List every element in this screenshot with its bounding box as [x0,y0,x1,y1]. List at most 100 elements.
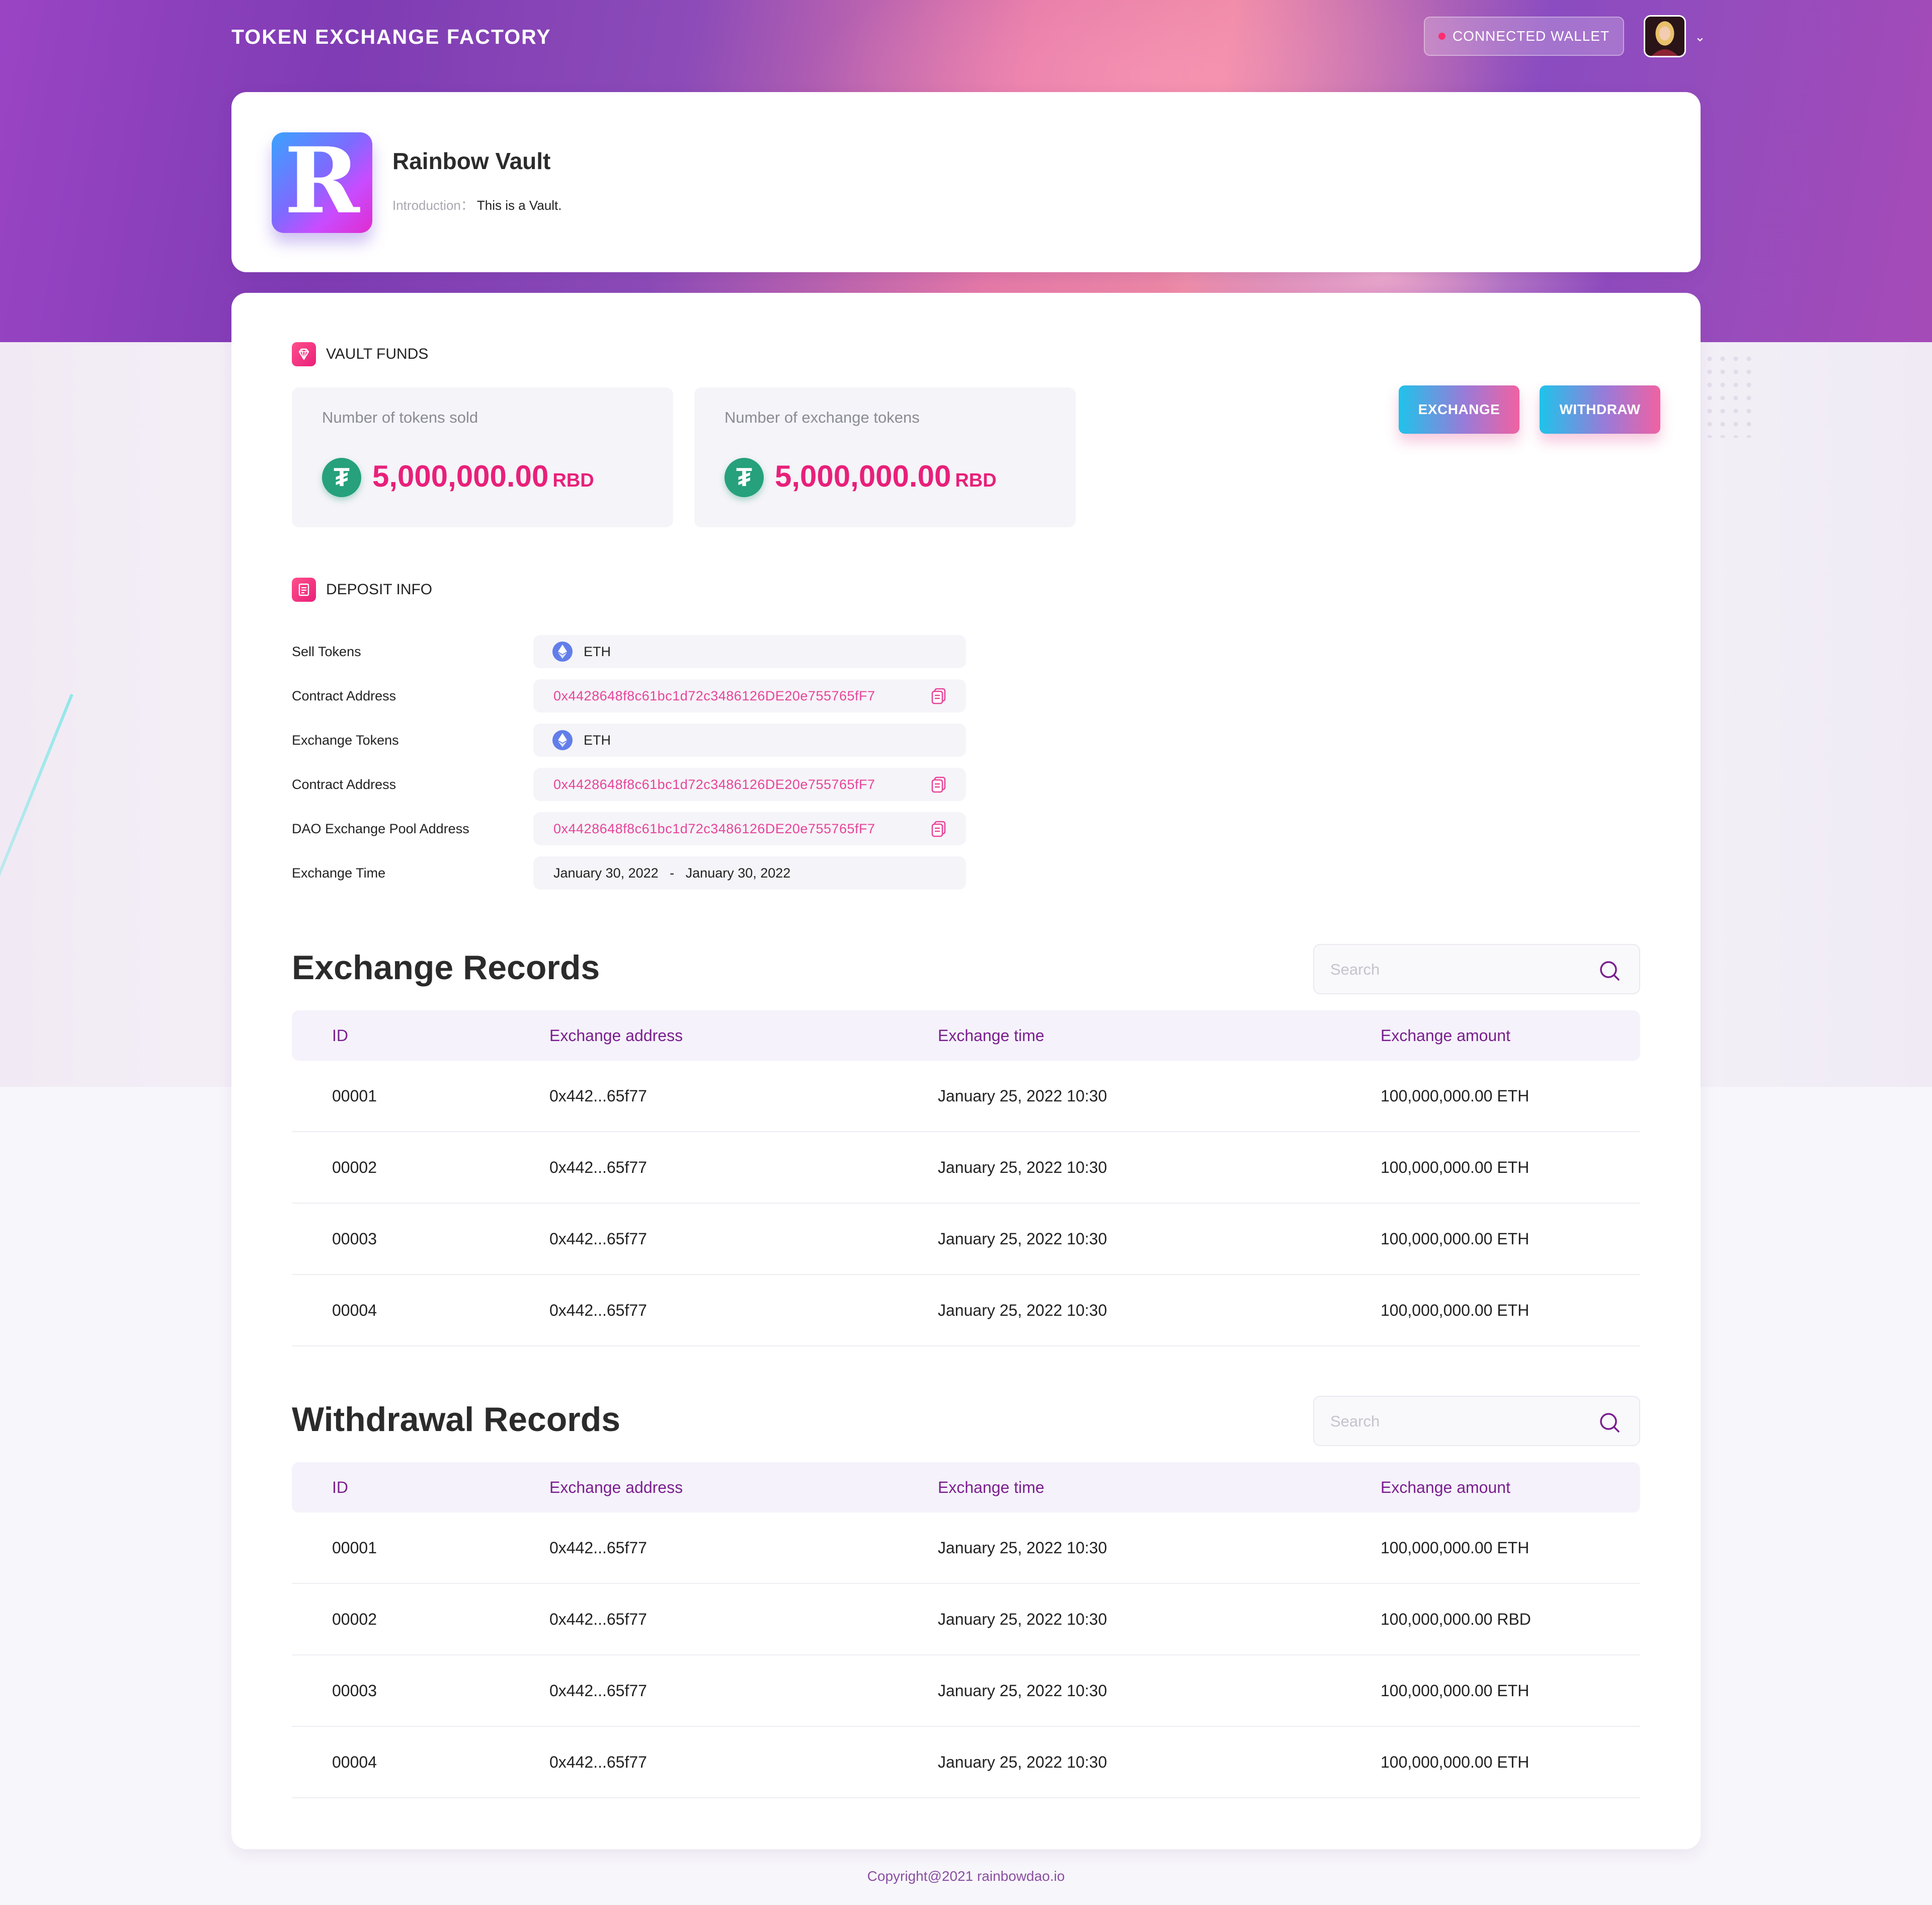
intro-label: Introduction： [392,198,474,213]
vault-name: Rainbow Vault [392,148,551,174]
tokens-sold-card: Number of tokens sold ₮ 5,000,000.00 RBD [292,387,673,527]
eth-icon [552,642,573,662]
cell-address: 0x442...65f77 [549,1230,647,1248]
cell-id: 00003 [332,1230,377,1248]
table-row[interactable]: 00002 0x442...65f77 January 25, 2022 10:… [292,1132,1640,1204]
cell-address: 0x442...65f77 [549,1158,647,1176]
cell-amount: 100,000,000.00 ETH [1381,1301,1530,1319]
exchange-tokens-label: Number of exchange tokens [725,409,920,426]
withdraw-button[interactable]: WITHDRAW [1540,385,1660,434]
cell-id: 00004 [332,1753,377,1771]
section-title: VAULT FUNDS [326,346,429,362]
exchange-search-input[interactable] [1329,959,1593,980]
contract-address-row: Contract Address 0x4428648f8c61bc1d72c34… [292,768,996,801]
withdrawal-records-title: Withdrawal Records [292,1400,621,1439]
withdrawal-records-table: ID Exchange address Exchange time Exchan… [292,1462,1640,1798]
exchange-tokens-amount: 5,000,000.00 RBD [775,459,997,493]
contract-address-value: 0x4428648f8c61bc1d72c3486126DE20e755765f… [533,679,966,712]
deposit-info-heading: DEPOSIT INFO [292,578,432,602]
main-card: VAULT FUNDS Number of tokens sold ₮ 5,00… [231,293,1701,1849]
cell-address: 0x442...65f77 [549,1753,647,1771]
column-header-address[interactable]: Exchange address [549,1026,683,1045]
sell-tokens-value: ETH [533,635,966,668]
dao-pool-address-text: 0x4428648f8c61bc1d72c3486126DE20e755765f… [553,821,875,836]
cell-time: January 25, 2022 10:30 [938,1539,1107,1557]
table-header: ID Exchange address Exchange time Exchan… [292,1462,1640,1513]
withdrawal-search-input[interactable] [1329,1411,1593,1432]
cell-address: 0x442...65f77 [549,1087,647,1105]
copy-icon[interactable] [931,687,947,704]
exchange-tokens-row: Exchange Tokens ETH [292,724,996,757]
exchange-records-table: ID Exchange address Exchange time Exchan… [292,1010,1640,1346]
wallet-label: CONNECTED WALLET [1452,28,1610,44]
cell-id: 00002 [332,1158,377,1176]
cell-address: 0x442...65f77 [549,1610,647,1628]
table-row[interactable]: 00001 0x442...65f77 January 25, 2022 10:… [292,1513,1640,1584]
copy-icon[interactable] [931,820,947,837]
amount-unit: RBD [552,470,594,491]
column-header-address[interactable]: Exchange address [549,1478,683,1497]
eth-icon [552,730,573,750]
cell-address: 0x442...65f77 [549,1301,647,1319]
exchange-tokens-card: Number of exchange tokens ₮ 5,000,000.00… [694,387,1076,527]
chevron-down-icon[interactable]: ⌄ [1695,29,1706,45]
tokens-sold-amount: 5,000,000.00 RBD [372,459,594,493]
cell-time: January 25, 2022 10:30 [938,1158,1107,1176]
cell-time: January 25, 2022 10:30 [938,1230,1107,1248]
footer-copyright: Copyright@2021 rainbowdao.io [867,1868,1065,1884]
cell-id: 00001 [332,1539,377,1557]
contract-address-value: 0x4428648f8c61bc1d72c3486126DE20e755765f… [533,768,966,801]
column-header-id[interactable]: ID [332,1026,348,1045]
search-icon[interactable] [1598,1411,1621,1434]
table-row[interactable]: 00004 0x442...65f77 January 25, 2022 10:… [292,1275,1640,1346]
cell-amount: 100,000,000.00 ETH [1381,1087,1530,1105]
cell-time: January 25, 2022 10:30 [938,1610,1107,1628]
intro-value: This is a Vault. [476,198,562,213]
dao-pool-address-value: 0x4428648f8c61bc1d72c3486126DE20e755765f… [533,812,966,845]
cell-id: 00002 [332,1610,377,1628]
cell-time: January 25, 2022 10:30 [938,1682,1107,1700]
document-icon [292,578,316,602]
table-row[interactable]: 00003 0x442...65f77 January 25, 2022 10:… [292,1655,1640,1727]
cell-amount: 100,000,000.00 ETH [1381,1158,1530,1176]
exchange-button[interactable]: EXCHANGE [1399,385,1519,434]
exchange-tokens-label: Exchange Tokens [292,733,399,748]
cell-amount: 100,000,000.00 RBD [1381,1610,1531,1628]
column-header-id[interactable]: ID [332,1478,348,1497]
column-header-amount[interactable]: Exchange amount [1381,1026,1510,1045]
cell-id: 00001 [332,1087,377,1105]
cell-time: January 25, 2022 10:30 [938,1301,1107,1319]
table-row[interactable]: 00002 0x442...65f77 January 25, 2022 10:… [292,1584,1640,1655]
table-row[interactable]: 00001 0x442...65f77 January 25, 2022 10:… [292,1061,1640,1132]
vault-card: R Rainbow Vault Introduction： This is a V… [231,92,1701,272]
brand-title[interactable]: TOKEN EXCHANGE FACTORY [231,25,551,49]
cell-time: January 25, 2022 10:30 [938,1753,1107,1771]
cell-amount: 100,000,000.00 ETH [1381,1230,1530,1248]
exchange-time-value: January 30, 2022 - January 30, 2022 [533,856,966,890]
exchange-time-row: Exchange Time January 30, 2022 - January… [292,856,996,890]
top-bar: TOKEN EXCHANGE FACTORY CONNECTED WALLET … [231,0,1706,75]
dao-pool-address-label: DAO Exchange Pool Address [292,821,469,836]
exchange-records-title: Exchange Records [292,948,600,987]
dot-pattern [1703,352,1758,438]
column-header-amount[interactable]: Exchange amount [1381,1478,1510,1497]
exchange-time-label: Exchange Time [292,865,386,881]
sell-tokens-label: Sell Tokens [292,644,361,659]
dao-pool-address-row: DAO Exchange Pool Address 0x4428648f8c61… [292,812,996,845]
exchange-search-box [1313,944,1640,994]
connected-wallet-button[interactable]: CONNECTED WALLET [1424,17,1624,56]
table-row[interactable]: 00004 0x442...65f77 January 25, 2022 10:… [292,1727,1640,1798]
cell-id: 00003 [332,1682,377,1700]
sell-tokens-row: Sell Tokens ETH [292,635,996,668]
column-header-time[interactable]: Exchange time [938,1478,1044,1497]
status-dot [1438,33,1445,40]
avatar[interactable] [1644,15,1686,57]
column-header-time[interactable]: Exchange time [938,1026,1044,1045]
contract-address-label: Contract Address [292,777,396,792]
cell-amount: 100,000,000.00 ETH [1381,1682,1530,1700]
copy-icon[interactable] [931,776,947,793]
table-row[interactable]: 00003 0x442...65f77 January 25, 2022 10:… [292,1204,1640,1275]
tether-icon: ₮ [725,458,764,497]
search-icon[interactable] [1598,959,1621,982]
contract-address-text: 0x4428648f8c61bc1d72c3486126DE20e755765f… [553,688,875,703]
